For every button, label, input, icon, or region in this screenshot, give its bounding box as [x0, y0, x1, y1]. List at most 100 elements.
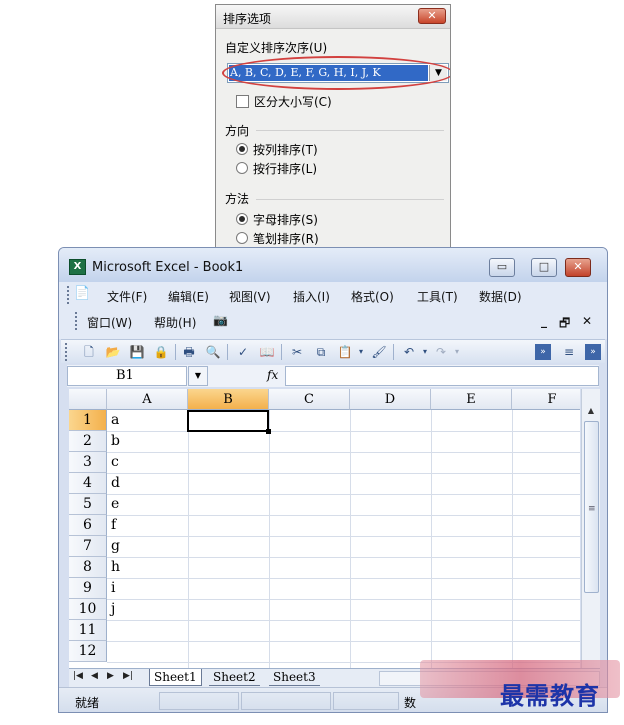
open-icon[interactable]: 📂 — [105, 344, 121, 360]
menu-file[interactable]: 文件(F) — [107, 288, 147, 305]
spreadsheet-grid[interactable]: A B C D E F 1 2 3 4 5 6 7 8 9 10 11 12 a… — [69, 389, 580, 668]
column-header-c[interactable]: C — [269, 389, 350, 410]
format-painter-icon[interactable]: 🖌 — [371, 344, 387, 360]
fx-icon[interactable]: fx — [267, 368, 278, 382]
select-all-corner[interactable] — [69, 389, 107, 410]
doc-icon[interactable]: 📄 — [74, 286, 90, 301]
formula-input[interactable] — [285, 366, 599, 386]
name-box[interactable]: B1 — [67, 366, 187, 386]
sheet-tab-sheet3[interactable]: Sheet3 — [269, 669, 320, 686]
cell-a8[interactable]: h — [111, 557, 120, 578]
radio-alphabetic[interactable] — [236, 213, 248, 225]
column-header-f[interactable]: F — [512, 389, 580, 410]
row-header[interactable]: 3 — [69, 452, 107, 473]
align-icon[interactable]: ≡ — [561, 344, 577, 360]
row-header[interactable]: 9 — [69, 578, 107, 599]
row-header[interactable]: 4 — [69, 473, 107, 494]
save-icon[interactable]: 💾 — [129, 344, 145, 360]
prev-sheet-icon[interactable]: ◀ — [91, 671, 98, 681]
spelling-icon[interactable]: ✓ — [235, 344, 251, 360]
status-panel — [241, 692, 331, 710]
row-header[interactable]: 10 — [69, 599, 107, 620]
radio-by-column[interactable] — [236, 143, 248, 155]
standard-toolbar: 🗋 📂 💾 🔒 🖶 🔍 ✓ 📖 ✂ ⧉ 📋 ▾ 🖌 ↶ ▾ ↷ ▾ » ≡ » — [61, 339, 605, 363]
row-header[interactable]: 5 — [69, 494, 107, 515]
vertical-scrollbar[interactable]: ▲ ≡ — [581, 389, 600, 668]
menu-format[interactable]: 格式(O) — [351, 288, 394, 305]
minimize-button[interactable]: ▭ — [489, 258, 515, 277]
chevron-down-icon[interactable]: ▾ — [417, 344, 433, 360]
dialog-close-button[interactable]: ✕ — [418, 8, 446, 24]
custom-order-dropdown[interactable]: A, B, C, D, E, F, G, H, I, J, K ▼ — [227, 63, 449, 83]
cell-a5[interactable]: e — [111, 494, 119, 515]
cell-a9[interactable]: i — [111, 578, 115, 599]
row-header[interactable]: 7 — [69, 536, 107, 557]
chevron-down-icon[interactable]: ▾ — [449, 344, 465, 360]
toolbar-grip[interactable] — [65, 343, 68, 361]
radio-stroke[interactable] — [236, 232, 248, 244]
toolbar-grip[interactable] — [67, 286, 70, 304]
paste-icon[interactable]: 📋 — [337, 344, 353, 360]
row-header[interactable]: 2 — [69, 431, 107, 452]
row-header[interactable]: 6 — [69, 515, 107, 536]
radio-alphabetic-label: 字母排序(S) — [253, 213, 318, 227]
first-sheet-icon[interactable]: |◀ — [73, 671, 83, 681]
menu-tools[interactable]: 工具(T) — [417, 288, 458, 305]
next-sheet-icon[interactable]: ▶ — [107, 671, 114, 681]
column-header-e[interactable]: E — [431, 389, 512, 410]
doc-restore-button[interactable]: 🗗 — [559, 314, 570, 335]
cell-a3[interactable]: c — [111, 452, 119, 473]
toolbar-options-icon[interactable]: » — [585, 344, 601, 360]
column-header-a[interactable]: A — [107, 389, 188, 410]
cut-icon[interactable]: ✂ — [289, 344, 305, 360]
chevron-down-icon[interactable]: ▾ — [353, 344, 369, 360]
grid-line — [431, 410, 432, 668]
print-preview-icon[interactable]: 🔍 — [205, 344, 221, 360]
column-header-d[interactable]: D — [350, 389, 431, 410]
menu-window[interactable]: 窗口(W) — [87, 314, 132, 331]
case-sensitive-checkbox[interactable] — [236, 95, 249, 108]
formula-bar: B1 ▼ fx — [67, 365, 599, 387]
toolbar-options-icon[interactable]: » — [535, 344, 551, 360]
cell-a6[interactable]: f — [111, 515, 116, 536]
cell-a4[interactable]: d — [111, 473, 120, 494]
new-icon[interactable]: 🗋 — [81, 344, 97, 360]
method-label: 方法 — [225, 192, 250, 206]
toolbar-grip[interactable] — [75, 312, 78, 330]
row-header[interactable]: 11 — [69, 620, 107, 641]
menu-view[interactable]: 视图(V) — [229, 288, 271, 305]
row-header[interactable]: 12 — [69, 641, 107, 662]
last-sheet-icon[interactable]: ▶| — [123, 671, 133, 681]
menu-edit[interactable]: 编辑(E) — [168, 288, 209, 305]
row-header[interactable]: 1 — [69, 410, 107, 431]
permission-icon[interactable]: 🔒 — [153, 344, 169, 360]
undo-icon[interactable]: ↶ — [401, 344, 417, 360]
chevron-down-icon[interactable]: ▼ — [188, 366, 208, 386]
excel-app-icon[interactable]: X — [69, 259, 86, 275]
print-icon[interactable]: 🖶 — [181, 344, 197, 360]
scroll-thumb[interactable]: ≡ — [584, 421, 599, 593]
menu-help[interactable]: 帮助(H) — [154, 314, 196, 331]
sheet-tab-sheet1[interactable]: Sheet1 — [149, 669, 202, 686]
column-header-b[interactable]: B — [188, 389, 269, 410]
sheet-tab-sheet2[interactable]: Sheet2 — [209, 669, 260, 686]
row-header[interactable]: 8 — [69, 557, 107, 578]
active-cell-b1[interactable] — [187, 410, 271, 434]
camera-icon[interactable]: 📷 — [213, 313, 228, 327]
redo-icon[interactable]: ↷ — [433, 344, 449, 360]
cell-a1[interactable]: a — [111, 410, 119, 431]
radio-by-row[interactable] — [236, 162, 248, 174]
menu-insert[interactable]: 插入(I) — [293, 288, 330, 305]
maximize-button[interactable]: □ — [531, 258, 557, 277]
menu-data[interactable]: 数据(D) — [479, 288, 522, 305]
cell-a10[interactable]: j — [111, 599, 115, 620]
close-button[interactable]: ✕ — [565, 258, 591, 277]
cell-a7[interactable]: g — [111, 536, 120, 557]
chevron-down-icon[interactable]: ▼ — [429, 65, 447, 81]
doc-close-button[interactable]: ✕ — [582, 314, 592, 328]
scroll-up-icon[interactable]: ▲ — [583, 403, 599, 419]
cell-a2[interactable]: b — [111, 431, 120, 452]
research-icon[interactable]: 📖 — [259, 344, 275, 360]
copy-icon[interactable]: ⧉ — [313, 344, 329, 360]
doc-minimize-button[interactable]: _ — [541, 314, 547, 328]
